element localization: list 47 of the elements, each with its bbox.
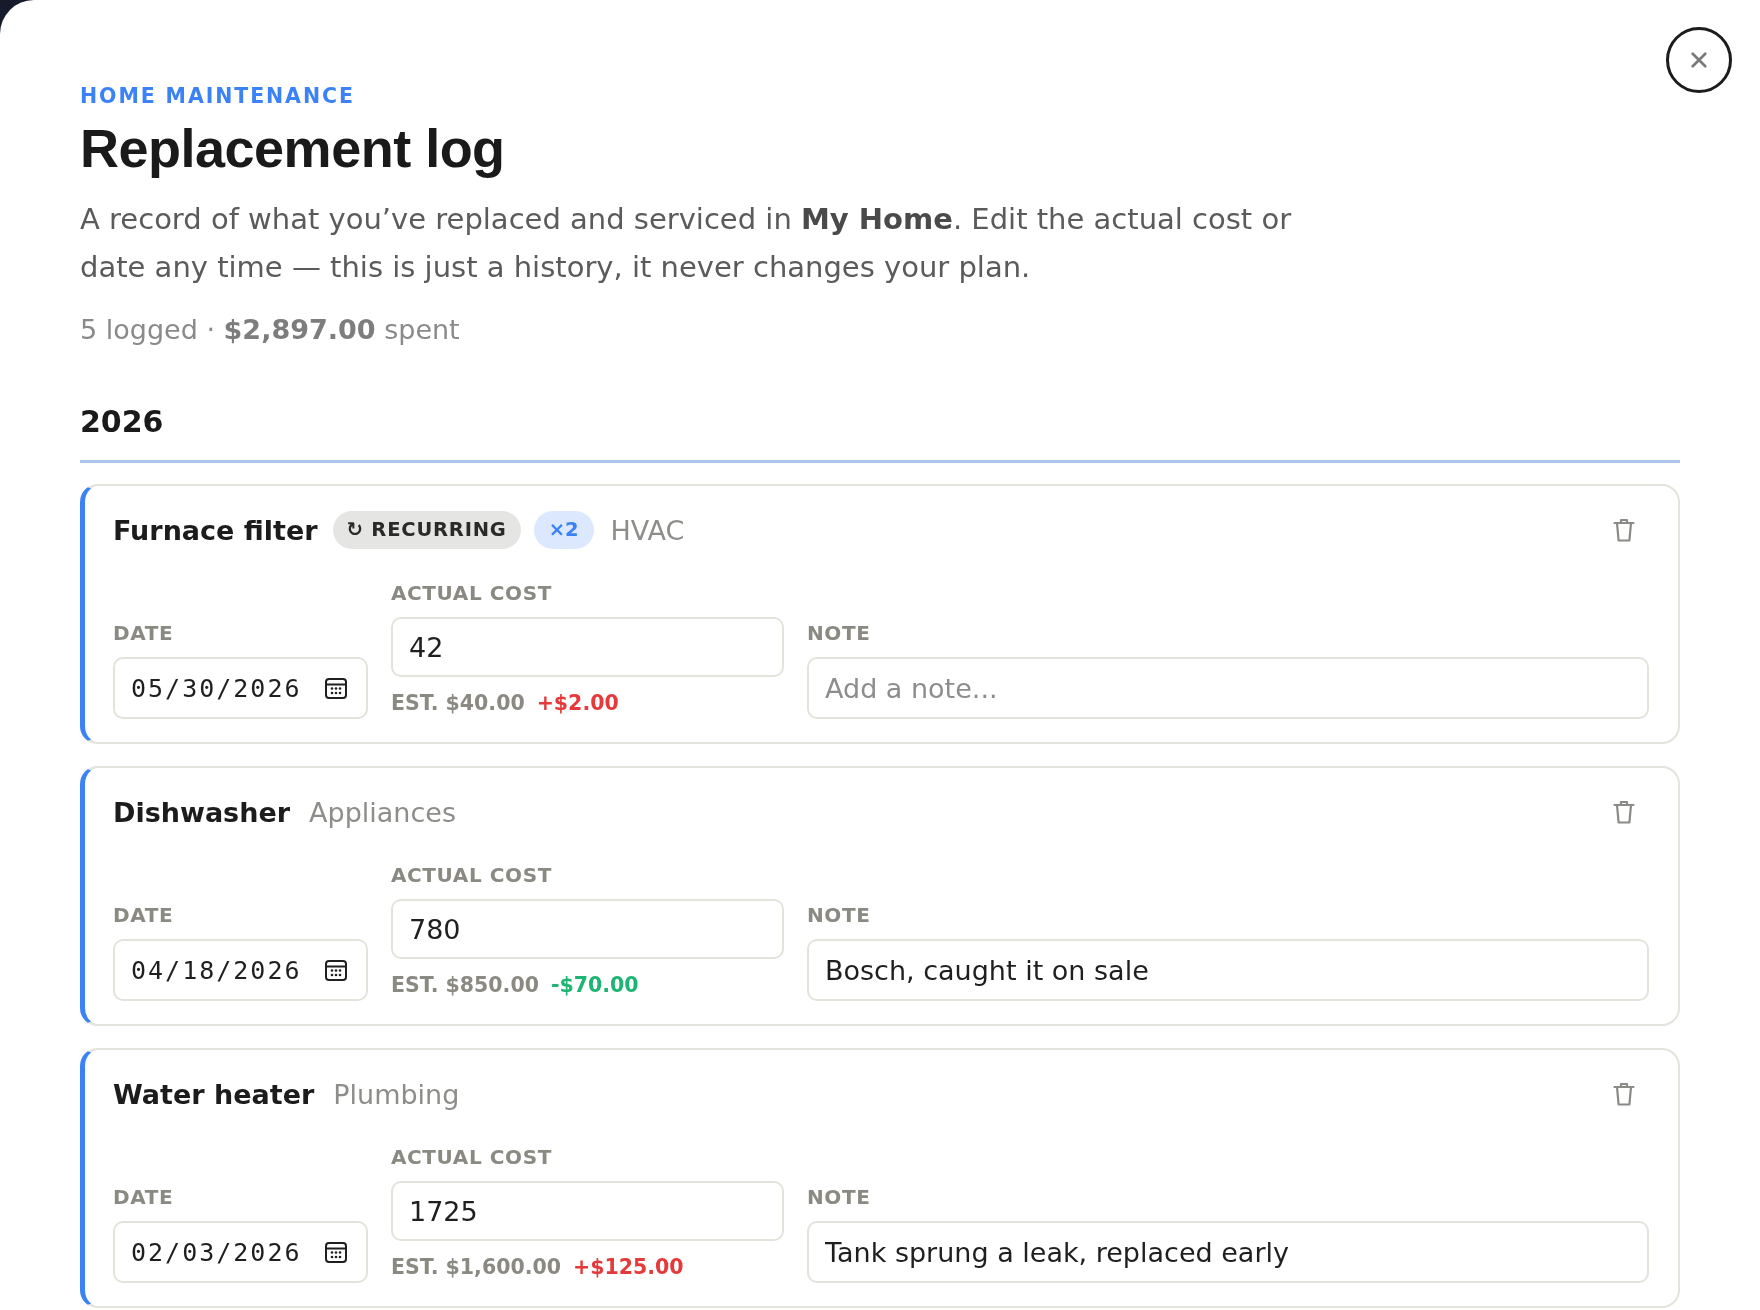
field-label: DATE: [113, 1185, 175, 1209]
variance-text: +$125.00: [573, 1254, 684, 1281]
variance-text: -$70.00: [550, 972, 639, 999]
cost-field[interactable]: 1725: [391, 1181, 784, 1241]
field-label: ACTUAL COST: [391, 1145, 553, 1169]
estimate-text: EST. $40.00: [391, 690, 525, 717]
category-label: Plumbing: [333, 1078, 460, 1110]
field-label: ACTUAL COST: [391, 581, 553, 605]
estimate-text: EST. $850.00: [391, 972, 539, 999]
trash-icon: [1613, 1082, 1635, 1106]
trash-icon: [1613, 800, 1635, 824]
field-label: DATE: [113, 621, 175, 645]
field-label: DATE: [113, 903, 175, 927]
close-icon: [1690, 51, 1708, 69]
description-text: A record of what you’ve replaced and serviced in My Home. Edit the actual cost or date any time — this is just a history, it never changes your plan.: [80, 201, 1293, 286]
category-label: HVAC: [610, 514, 685, 546]
estimate-text: EST. $1,600.00: [391, 1254, 561, 1281]
recurring-tag: ↻ RECURRING: [332, 511, 521, 549]
field-label: ACTUAL COST: [391, 863, 553, 887]
calendar-icon: [324, 958, 348, 982]
calendar-icon: [324, 676, 348, 700]
cost-field[interactable]: 780: [391, 899, 784, 959]
calendar-icon: [324, 1240, 348, 1264]
delete-button[interactable]: [1611, 798, 1637, 826]
page-title: Replacement log: [80, 118, 506, 178]
category-label: Appliances: [309, 796, 456, 828]
delete-button[interactable]: [1611, 516, 1637, 544]
field-label: NOTE: [807, 1185, 872, 1209]
trash-icon: [1613, 518, 1635, 542]
field-label: NOTE: [807, 621, 872, 645]
count-tag: ×2: [533, 511, 594, 549]
entry-title: Dishwasher: [113, 796, 291, 828]
field-label: NOTE: [807, 903, 872, 927]
note-field[interactable]: Tank sprung a leak, replaced early: [807, 1221, 1649, 1283]
date-field[interactable]: 04/18/2026: [113, 939, 368, 1001]
date-field[interactable]: 02/03/2026: [113, 1221, 368, 1283]
year-heading: 2026: [80, 402, 1680, 463]
delete-button[interactable]: [1611, 1080, 1637, 1108]
entry-title: Furnace filter: [113, 514, 318, 546]
date-field[interactable]: 05/30/2026: [113, 657, 368, 719]
variance-text: +$2.00: [536, 690, 619, 717]
note-field[interactable]: Add a note...: [807, 657, 1649, 719]
section-eyebrow: HOME MAINTENANCE: [80, 83, 356, 110]
entry-title: Water heater: [113, 1078, 315, 1110]
cost-field[interactable]: 42: [391, 617, 784, 677]
note-field[interactable]: Bosch, caught it on sale: [807, 939, 1649, 1001]
summary-text: 5 logged · $2,897.00 spent: [80, 313, 461, 347]
